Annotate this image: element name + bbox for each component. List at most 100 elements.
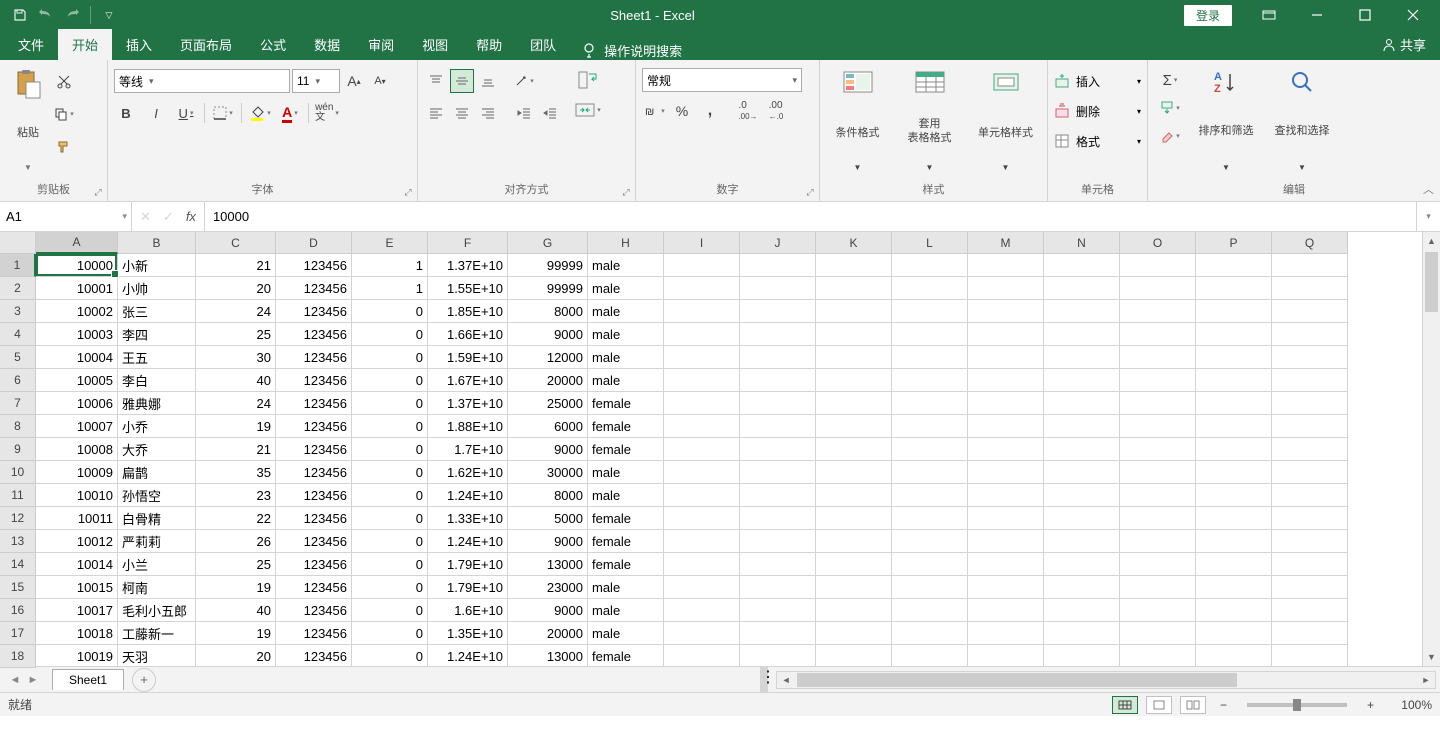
cell[interactable] bbox=[816, 599, 892, 622]
bold-button[interactable]: B bbox=[114, 101, 138, 125]
cell[interactable]: 1.6E+10 bbox=[428, 599, 508, 622]
cell[interactable] bbox=[892, 553, 968, 576]
cell[interactable]: 0 bbox=[352, 645, 428, 666]
cell[interactable]: 1.7E+10 bbox=[428, 438, 508, 461]
ribbon-tab-开始[interactable]: 开始 bbox=[58, 29, 112, 60]
cell[interactable]: 21 bbox=[196, 438, 276, 461]
align-left-button[interactable] bbox=[424, 101, 448, 125]
cell[interactable] bbox=[816, 553, 892, 576]
cell[interactable]: 123456 bbox=[276, 576, 352, 599]
decrease-decimal-button[interactable]: .00←.0 bbox=[764, 99, 788, 123]
cell[interactable] bbox=[664, 484, 740, 507]
cell[interactable] bbox=[1044, 346, 1120, 369]
cell[interactable] bbox=[968, 645, 1044, 666]
col-header-G[interactable]: G bbox=[508, 232, 588, 254]
cell[interactable] bbox=[1272, 300, 1348, 323]
cell[interactable] bbox=[1196, 645, 1272, 666]
cell[interactable]: 1 bbox=[352, 277, 428, 300]
cell[interactable] bbox=[1044, 415, 1120, 438]
new-sheet-button[interactable]: + bbox=[132, 668, 156, 692]
cell[interactable] bbox=[664, 346, 740, 369]
cell[interactable]: female bbox=[588, 645, 664, 666]
cell[interactable]: 1.67E+10 bbox=[428, 369, 508, 392]
vscroll-thumb[interactable] bbox=[1425, 252, 1438, 312]
cell[interactable] bbox=[968, 553, 1044, 576]
cell[interactable]: 白骨精 bbox=[118, 507, 196, 530]
scroll-up-button[interactable]: ▲ bbox=[1423, 232, 1440, 250]
cell[interactable]: male bbox=[588, 323, 664, 346]
cell[interactable]: 1.85E+10 bbox=[428, 300, 508, 323]
cell[interactable]: 0 bbox=[352, 300, 428, 323]
cell[interactable]: 123456 bbox=[276, 323, 352, 346]
share-button[interactable]: 共享 bbox=[1368, 29, 1440, 60]
cell[interactable] bbox=[1272, 254, 1348, 277]
cell-styles-button[interactable]: 单元格样式▼ bbox=[970, 64, 1042, 174]
cell[interactable] bbox=[968, 254, 1044, 277]
cell[interactable] bbox=[1196, 507, 1272, 530]
cell[interactable]: 0 bbox=[352, 323, 428, 346]
cell[interactable] bbox=[816, 254, 892, 277]
cell[interactable] bbox=[740, 438, 816, 461]
align-right-button[interactable] bbox=[476, 101, 500, 125]
ribbon-tab-页面布局[interactable]: 页面布局 bbox=[166, 29, 246, 60]
cell[interactable]: female bbox=[588, 507, 664, 530]
col-header-O[interactable]: O bbox=[1120, 232, 1196, 254]
scroll-right-button[interactable]: ► bbox=[1417, 675, 1435, 685]
cell[interactable]: 柯南 bbox=[118, 576, 196, 599]
align-center-button[interactable] bbox=[450, 101, 474, 125]
cell[interactable] bbox=[1196, 369, 1272, 392]
cell[interactable]: 10019 bbox=[36, 645, 118, 666]
cell[interactable]: 13000 bbox=[508, 645, 588, 666]
cell[interactable] bbox=[1196, 254, 1272, 277]
row-header-12[interactable]: 12 bbox=[0, 507, 36, 530]
cell[interactable]: 1.24E+10 bbox=[428, 484, 508, 507]
cell[interactable]: 1.37E+10 bbox=[428, 392, 508, 415]
cell[interactable] bbox=[816, 300, 892, 323]
cell[interactable] bbox=[1120, 392, 1196, 415]
sort-filter-button[interactable]: AZ 排序和筛选▼ bbox=[1190, 64, 1262, 174]
cell[interactable]: 6000 bbox=[508, 415, 588, 438]
cell[interactable] bbox=[1044, 277, 1120, 300]
cell[interactable] bbox=[968, 438, 1044, 461]
cell[interactable]: 小帅 bbox=[118, 277, 196, 300]
cell[interactable] bbox=[1044, 323, 1120, 346]
comma-button[interactable]: , bbox=[698, 99, 722, 123]
cell[interactable] bbox=[816, 507, 892, 530]
number-format-combo[interactable]: 常规▾ bbox=[642, 68, 802, 92]
cell[interactable]: 123456 bbox=[276, 277, 352, 300]
cell[interactable] bbox=[816, 369, 892, 392]
row-header-5[interactable]: 5 bbox=[0, 346, 36, 369]
cell[interactable] bbox=[1196, 300, 1272, 323]
cell[interactable]: 小新 bbox=[118, 254, 196, 277]
cell[interactable]: 123456 bbox=[276, 553, 352, 576]
cell[interactable]: male bbox=[588, 254, 664, 277]
increase-decimal-button[interactable]: .0.00→ bbox=[736, 99, 760, 123]
cell[interactable]: female bbox=[588, 438, 664, 461]
cell[interactable]: 0 bbox=[352, 369, 428, 392]
cell[interactable] bbox=[1272, 415, 1348, 438]
cell[interactable] bbox=[740, 392, 816, 415]
cell[interactable]: 0 bbox=[352, 346, 428, 369]
sheet-split-handle[interactable]: ⋮ bbox=[760, 667, 768, 692]
save-icon[interactable] bbox=[8, 3, 32, 27]
cell[interactable]: 9000 bbox=[508, 599, 588, 622]
wrap-text-button[interactable] bbox=[572, 68, 604, 92]
cell[interactable] bbox=[816, 484, 892, 507]
cell[interactable] bbox=[892, 369, 968, 392]
cell[interactable] bbox=[1196, 392, 1272, 415]
cell[interactable] bbox=[892, 461, 968, 484]
cell[interactable] bbox=[892, 254, 968, 277]
cell[interactable] bbox=[664, 461, 740, 484]
cell[interactable] bbox=[1120, 645, 1196, 666]
cell[interactable]: 13000 bbox=[508, 553, 588, 576]
cell[interactable]: 19 bbox=[196, 576, 276, 599]
cell[interactable] bbox=[892, 507, 968, 530]
zoom-in-button[interactable]: + bbox=[1361, 698, 1380, 712]
page-layout-view-button[interactable] bbox=[1146, 696, 1172, 714]
col-header-F[interactable]: F bbox=[428, 232, 508, 254]
cell[interactable] bbox=[664, 507, 740, 530]
cell[interactable]: 大乔 bbox=[118, 438, 196, 461]
cell[interactable]: 123456 bbox=[276, 254, 352, 277]
cell[interactable] bbox=[1120, 461, 1196, 484]
cell[interactable]: 10007 bbox=[36, 415, 118, 438]
